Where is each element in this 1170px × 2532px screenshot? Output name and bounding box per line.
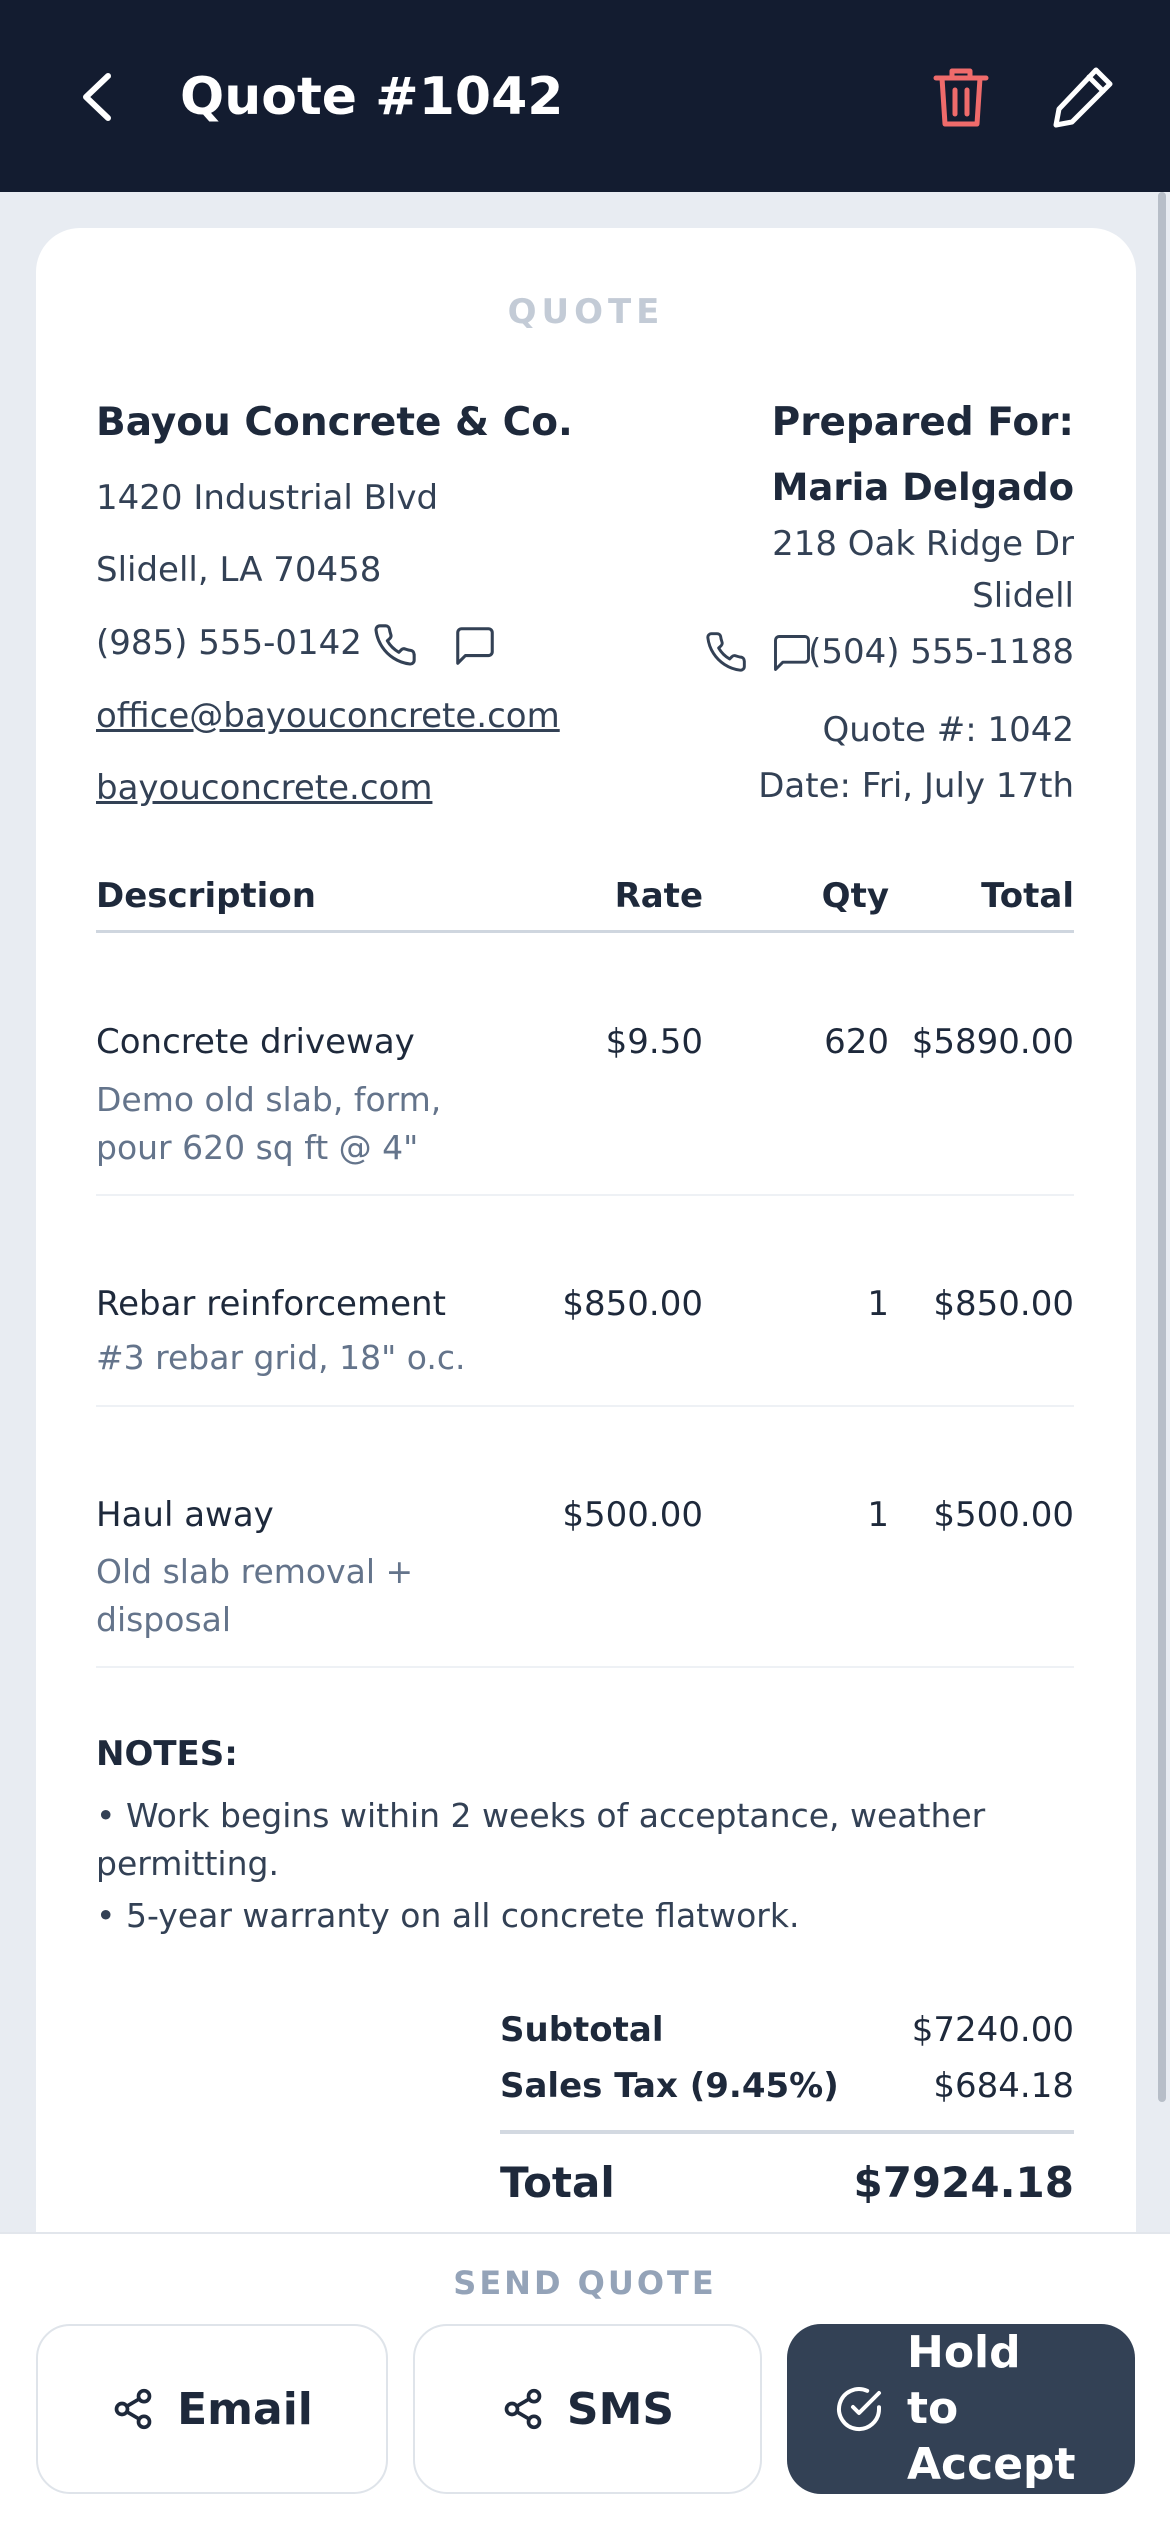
column-total: Total — [981, 876, 1074, 916]
line-item-description: pour 620 sq ft @ 4" — [96, 1128, 419, 1167]
line-item-description: Old slab removal + — [96, 1552, 414, 1591]
check-circle-icon — [837, 2387, 881, 2431]
subtotal-value: $7240.00 — [911, 2010, 1074, 2050]
line-item-title: Concrete driveway — [96, 1022, 415, 1062]
note-item: • Work begins within 2 weeks of acceptan… — [96, 1796, 986, 1883]
line-item-title: Rebar reinforcement — [96, 1284, 446, 1324]
line-item-description: #3 rebar grid, 18" o.c. — [96, 1338, 466, 1377]
message-icon[interactable] — [452, 623, 498, 669]
hold-to-accept-label: Hold to Accept — [907, 2325, 1087, 2493]
totals-divider — [500, 2130, 1074, 2134]
line-item-total: $850.00 — [933, 1284, 1074, 1324]
page-title: Quote #1042 — [180, 67, 564, 127]
business-phone: (985) 555-0142 — [96, 623, 362, 663]
client-phone-icon[interactable] — [704, 630, 748, 674]
line-item-qty: 1 — [867, 1495, 889, 1535]
delete-button[interactable] — [928, 62, 994, 132]
email-button[interactable]: Email — [36, 2324, 388, 2494]
line-item-description: disposal — [96, 1600, 232, 1639]
sms-button[interactable]: SMS — [413, 2324, 762, 2494]
scrollbar[interactable] — [1158, 192, 1166, 2102]
business-email-link[interactable]: office@bayouconcrete.com — [96, 696, 560, 736]
trash-icon — [933, 68, 989, 127]
prepared-for-label: Prepared For: — [771, 400, 1074, 445]
note-item: • 5-year warranty on all concrete flatwo… — [96, 1896, 800, 1935]
column-description: Description — [96, 876, 316, 916]
client-address-line1: 218 Oak Ridge Dr — [772, 524, 1074, 564]
back-button[interactable] — [70, 62, 130, 132]
tax-value: $684.18 — [933, 2066, 1074, 2106]
pencil-icon — [1053, 67, 1113, 128]
line-item-rate: $850.00 — [562, 1284, 703, 1324]
client-phone: (504) 555-1188 — [808, 632, 1074, 672]
chevron-left-icon — [83, 73, 111, 121]
column-qty: Qty — [821, 876, 889, 916]
line-item-description: Demo old slab, form, — [96, 1080, 442, 1119]
edit-button[interactable] — [1048, 62, 1118, 132]
row-divider — [96, 1666, 1074, 1668]
business-address-line2: Slidell, LA 70458 — [96, 550, 382, 590]
client-name: Maria Delgado — [771, 466, 1074, 509]
hold-to-accept-button[interactable]: Hold to Accept — [787, 2324, 1135, 2494]
share-icon — [114, 2388, 152, 2430]
line-item-qty: 620 — [824, 1022, 889, 1062]
hold-to-accept-line2: Accept — [907, 2439, 1076, 2490]
business-website-link[interactable]: bayouconcrete.com — [96, 768, 432, 808]
grand-total-label: Total — [500, 2158, 615, 2207]
row-divider — [96, 1194, 1074, 1196]
subtotal-label: Subtotal — [500, 2010, 664, 2050]
line-item-qty: 1 — [867, 1284, 889, 1324]
business-name: Bayou Concrete & Co. — [96, 400, 573, 445]
line-item-rate: $500.00 — [562, 1495, 703, 1535]
line-item-rate: $9.50 — [605, 1022, 703, 1062]
share-icon — [504, 2388, 542, 2430]
app-header: Quote #1042 — [0, 0, 1170, 192]
business-address-line1: 1420 Industrial Blvd — [96, 478, 439, 518]
send-quote-label: SEND QUOTE — [453, 2264, 717, 2302]
row-divider — [96, 1405, 1074, 1407]
hold-to-accept-line1: Hold to — [907, 2327, 1021, 2434]
email-button-label: Email — [177, 2383, 313, 2435]
sms-button-label: SMS — [566, 2383, 675, 2435]
line-item-title: Haul away — [96, 1495, 274, 1535]
tax-label: Sales Tax (9.45%) — [500, 2066, 839, 2106]
grand-total-value: $7924.18 — [853, 2158, 1074, 2207]
phone-icon[interactable] — [372, 622, 418, 668]
notes-title: NOTES: — [96, 1734, 238, 1774]
line-item-total: $5890.00 — [911, 1022, 1074, 1062]
quote-number: Quote #: 1042 — [822, 710, 1074, 750]
quote-date: Date: Fri, July 17th — [758, 766, 1074, 806]
client-address-line2: Slidell — [972, 576, 1074, 616]
column-rate: Rate — [614, 876, 703, 916]
table-header-divider — [96, 930, 1074, 933]
document-label: QUOTE — [507, 292, 665, 332]
line-item-total: $500.00 — [933, 1495, 1074, 1535]
